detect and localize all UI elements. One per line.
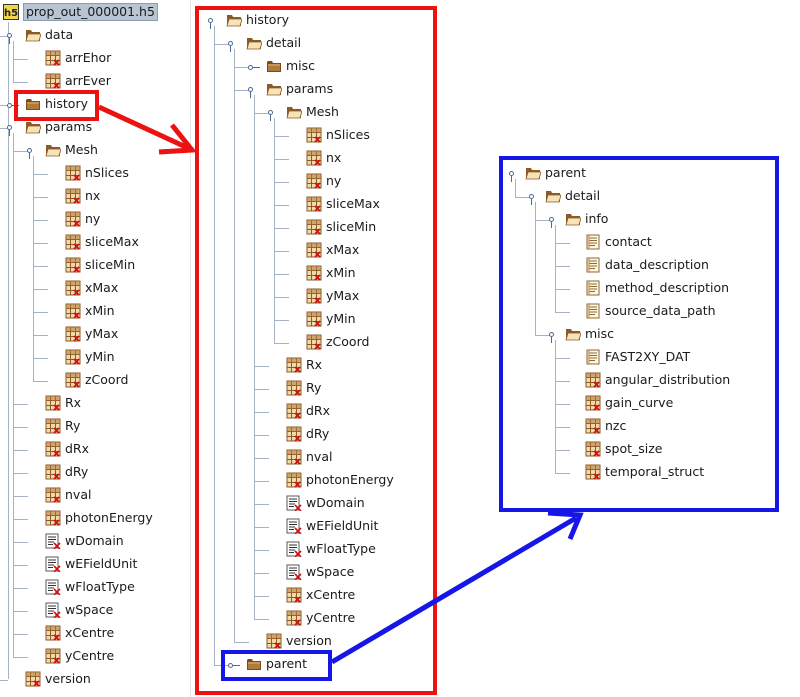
red-arrow [97, 104, 197, 155]
connector-arrows [97, 104, 584, 665]
blue-arrow [330, 510, 584, 665]
